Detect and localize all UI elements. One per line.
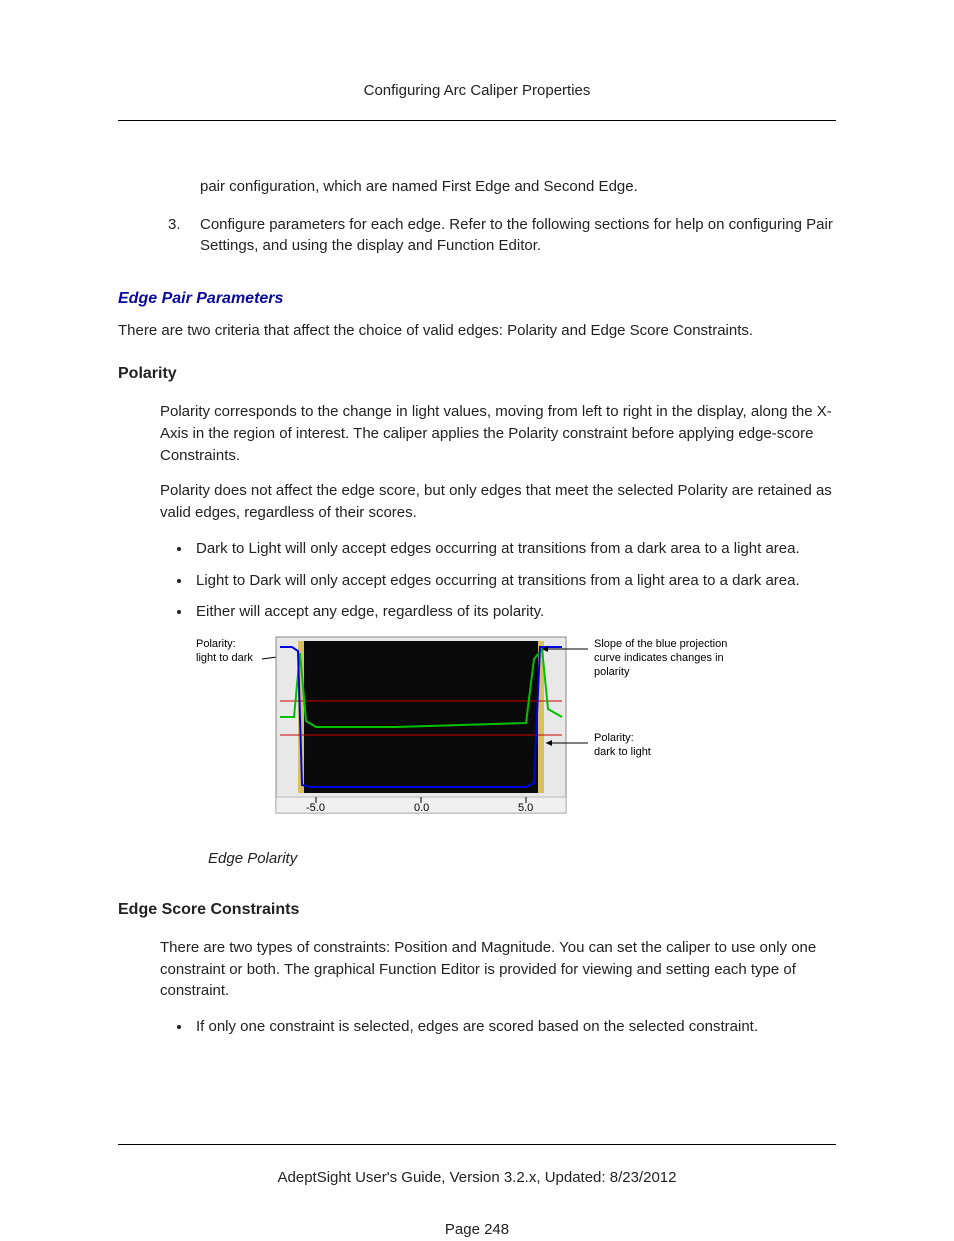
section-edge-pair-parameters: Edge Pair Parameters (118, 287, 836, 310)
polarity-para-1: Polarity corresponds to the change in li… (160, 401, 836, 466)
polarity-bullet-2: Light to Dark will only accept edges occ… (192, 570, 826, 592)
figure-caption: Edge Polarity (208, 848, 836, 870)
annotation-top-right-line2: curve indicates changes in (594, 652, 724, 664)
polarity-bullet-list: Dark to Light will only accept edges occ… (192, 538, 826, 623)
edge-score-para-1: There are two types of constraints: Posi… (160, 937, 836, 1002)
page-footer: AdeptSight User's Guide, Version 3.2.x, … (118, 1144, 836, 1189)
annotation-top-right-line1: Slope of the blue projection (594, 638, 727, 650)
edge-score-bullet-1: If only one constraint is selected, edge… (192, 1016, 826, 1038)
plot-dark-region (304, 641, 538, 793)
edge-pair-intro: There are two criteria that affect the c… (118, 320, 836, 342)
polarity-bullet-1: Dark to Light will only accept edges occ… (192, 538, 826, 560)
annotation-left-line1: Polarity: (196, 638, 236, 650)
annotation-bot-right-line1: Polarity: (594, 732, 634, 744)
annotation-bot-right-line2: dark to light (594, 746, 651, 758)
edge-score-bullet-list: If only one constraint is selected, edge… (192, 1016, 826, 1038)
subsection-edge-score-constraints: Edge Score Constraints (118, 898, 836, 921)
polarity-diagram-svg: Polarity: light to dark -5.0 (196, 633, 756, 823)
subsection-polarity: Polarity (118, 362, 836, 385)
polarity-para-2: Polarity does not affect the edge score,… (160, 480, 836, 524)
footer-guide-line: AdeptSight User's Guide, Version 3.2.x, … (118, 1167, 836, 1189)
axis-label-0: 0.0 (414, 802, 429, 814)
figure-edge-polarity: Polarity: light to dark -5.0 (196, 633, 836, 830)
annotation-left-line2: light to dark (196, 652, 253, 664)
polarity-bullet-3: Either will accept any edge, regardless … (192, 601, 826, 623)
axis-label-neg5: -5.0 (306, 802, 325, 814)
step-text: Configure parameters for each edge. Refe… (200, 214, 836, 258)
numbered-step-3: 3. Configure parameters for each edge. R… (168, 214, 836, 258)
page-number: Page 248 (118, 1219, 836, 1241)
orphan-continuation-line: pair configuration, which are named Firs… (200, 176, 836, 198)
step-number: 3. (168, 214, 200, 258)
annotation-top-right-line3: polarity (594, 666, 630, 678)
page-header: Configuring Arc Caliper Properties (118, 80, 836, 121)
plot-right-margin (544, 641, 562, 793)
axis-label-pos5: 5.0 (518, 802, 533, 814)
